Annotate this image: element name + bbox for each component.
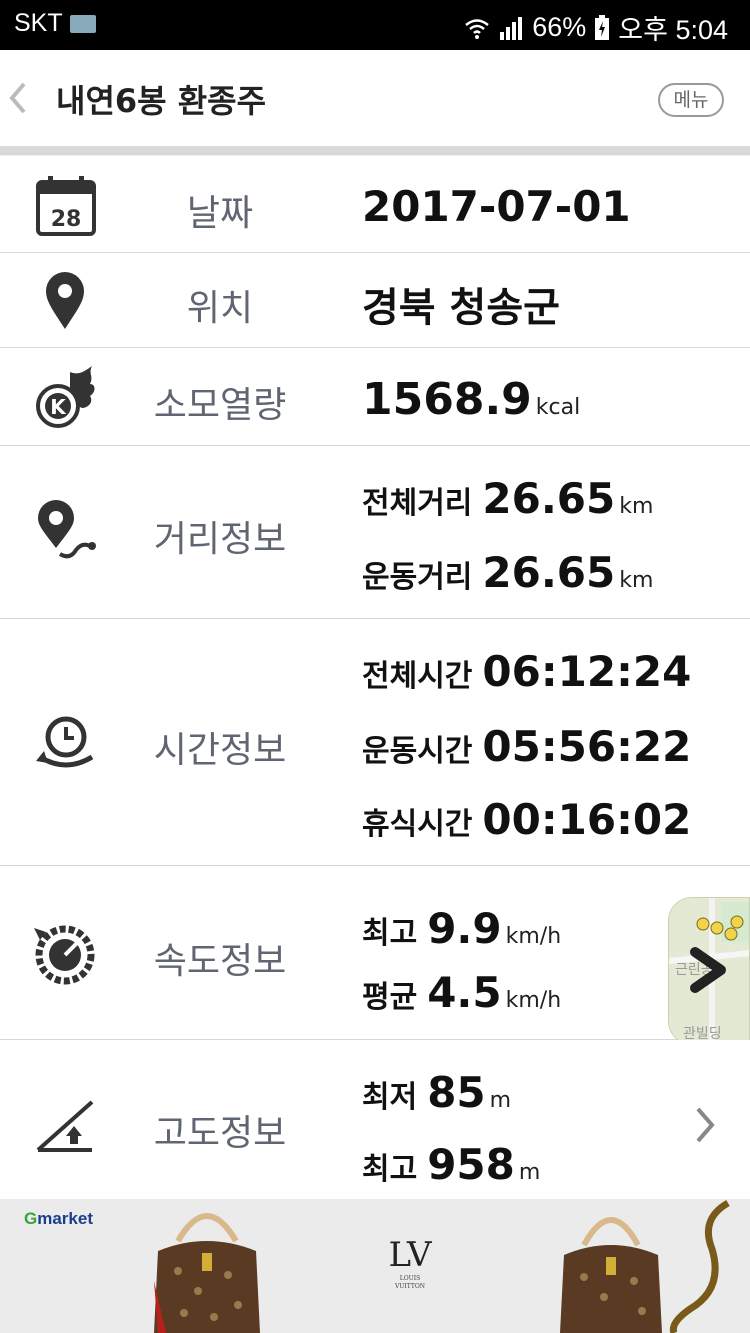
time-row: 시간정보 전체시간 06:12:24 운동시간 05:56:22 휴식시간 00:16… [0,619,750,866]
avg-speed-line: 평균 4.5 km/h [362,968,561,1017]
speed-label: 속도정보 [153,941,287,982]
moving-time-label: 운동시간 [362,734,473,769]
rest-time-line: 휴식시간 00:16:02 [362,795,691,844]
total-time-line: 전체시간 06:12:24 [362,647,691,696]
max-speed-unit: km/h [505,924,562,949]
speed-row: 속도정보 최고 9.9 km/h 평균 4.5 km/h [0,866,750,1040]
moving-distance-unit: km [619,568,654,593]
map-thumbnail-image: 근린공 관빌딩 [669,898,749,1044]
max-altitude-value: 958 [427,1140,515,1189]
header-divider [0,146,750,156]
page-title: 내연6봉 환종주 [56,82,267,120]
max-speed-line: 최고 9.9 km/h [362,904,561,953]
calories-row: K 소모열량 1568.9 kcal [0,348,750,446]
total-time-label: 전체시간 [362,659,473,694]
back-chevron-icon[interactable] [6,76,30,120]
ad-banner[interactable]: Gmarket LV LOUIS VUITTON [0,1199,750,1333]
date-value: 2017-07-01 [362,182,631,231]
calorie-flame-icon: K [36,366,95,428]
max-altitude-unit: m [518,1160,541,1185]
date-row: 28 날짜 2017-07-01 [0,158,750,253]
moving-time-line: 운동시간 05:56:22 [362,722,691,771]
calories-value: 1568.9 [362,374,532,425]
max-altitude-line: 최고 958 m [362,1140,540,1189]
chevron-right-icon[interactable] [690,1103,720,1147]
app-header: 내연6봉 환종주 메뉴 [0,50,750,146]
location-pin-icon [46,272,84,329]
lv-logo: LV LOUIS VUITTON [388,1235,432,1290]
avg-speed-value: 4.5 [427,968,502,1017]
moving-distance-line: 운동거리 26.65 km [362,548,653,597]
max-speed-label: 최고 [362,916,418,951]
min-altitude-value: 85 [427,1068,486,1117]
location-value: 경북 청송군 [362,285,560,331]
rest-time-label: 휴식시간 [362,807,473,842]
handbag-image-left [154,1213,260,1333]
avg-speed-label: 평균 [362,980,418,1015]
altitude-row: 고도정보 최저 85 m 최고 958 m [0,1040,750,1200]
altitude-slope-icon [36,1100,94,1152]
map-thumbnail-button[interactable]: 근린공 관빌딩 [668,897,750,1045]
clock-cycle-icon [36,716,94,768]
date-label: 날짜 [186,193,254,234]
clock: 오후 5:04 [618,15,728,45]
total-distance-label: 전체거리 [362,486,473,521]
battery-percent: 66% [532,12,587,42]
calories-value-line: 1568.9 kcal [362,374,580,425]
speedometer-icon [34,925,95,985]
altitude-label: 고도정보 [153,1113,287,1154]
route-pin-icon [38,500,96,559]
moving-distance-label: 운동거리 [362,560,473,595]
distance-row: 거리정보 전체거리 26.65 km 운동거리 26.65 km [0,446,750,619]
total-time-value: 06:12:24 [482,647,692,696]
moving-distance-value: 26.65 [482,548,616,597]
max-altitude-label: 최고 [362,1152,418,1187]
battery-icon [595,14,610,40]
min-altitude-label: 최저 [362,1080,418,1115]
signal-icon [500,16,523,40]
avg-speed-unit: km/h [505,988,562,1013]
moving-time-value: 05:56:22 [482,722,692,771]
min-altitude-line: 최저 85 m [362,1068,511,1117]
total-distance-unit: km [619,494,654,519]
decorative-curve-image [669,1199,730,1333]
max-speed-value: 9.9 [427,904,502,953]
calendar-icon-day: 28 [51,207,82,232]
notification-icon [70,15,96,33]
menu-button[interactable]: 메뉴 [658,83,724,117]
wifi-icon [465,18,490,39]
carrier-label: SKT [14,9,63,37]
time-label: 시간정보 [153,730,287,771]
calories-unit: kcal [535,395,581,420]
rest-time-value: 00:16:02 [482,795,692,844]
total-distance-line: 전체거리 26.65 km [362,474,653,523]
location-row: 위치 경북 청송군 [0,253,750,348]
total-distance-value: 26.65 [482,474,616,523]
status-bar: SKT 66% 오후 5:04 [0,0,750,50]
svg-text:K: K [50,395,67,419]
gmarket-logo: Gmarket [24,1209,93,1228]
distance-label: 거리정보 [153,519,287,560]
calendar-icon: 28 [36,176,96,236]
min-altitude-unit: m [489,1088,512,1113]
location-label: 위치 [186,288,254,329]
calories-label: 소모열량 [153,385,287,426]
